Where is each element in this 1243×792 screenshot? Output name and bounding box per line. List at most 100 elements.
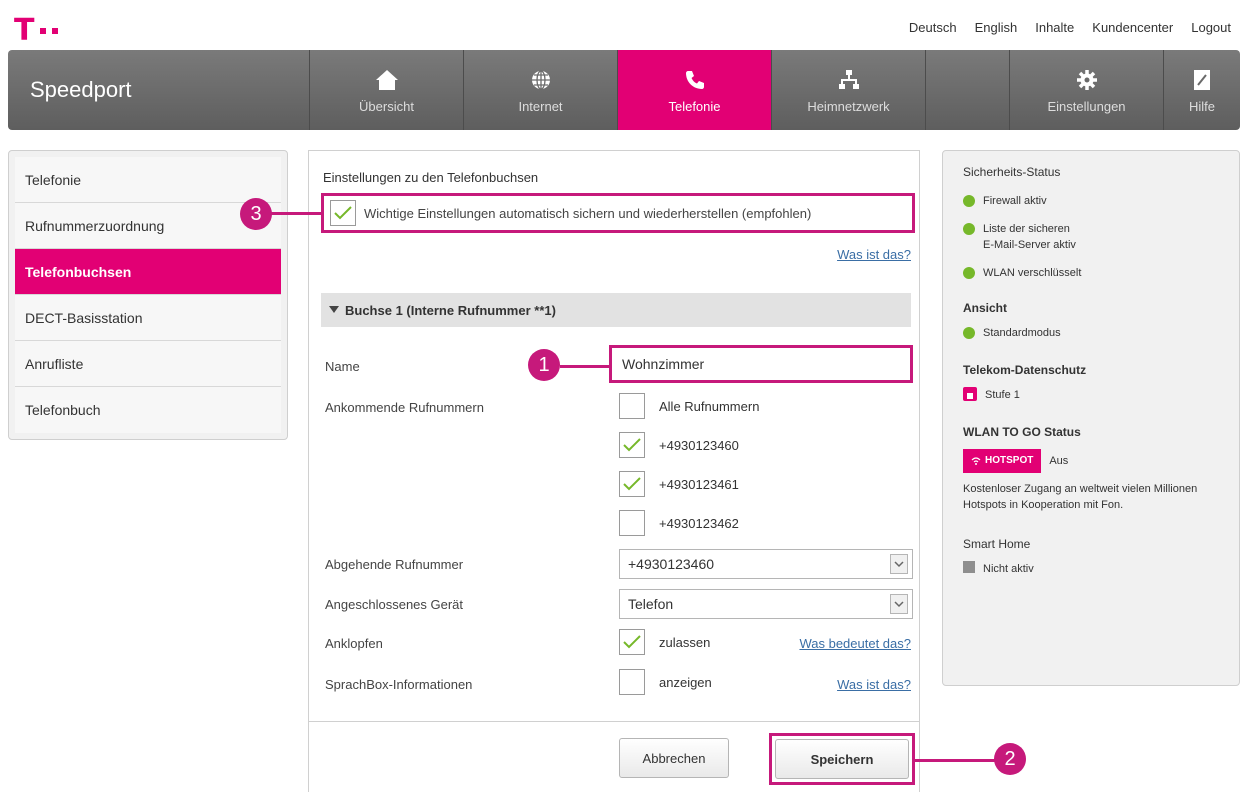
nav-einstellungen[interactable]: Einstellungen <box>1010 50 1164 130</box>
sidebar-item-anrufliste[interactable]: Anrufliste <box>15 341 281 387</box>
incoming-all-checkbox[interactable] <box>619 393 645 419</box>
nav-label: Einstellungen <box>1047 98 1126 114</box>
smarthome-status: Nicht aktiv <box>963 561 1219 577</box>
main-panel: Einstellungen zu den Telefonbuchsen Wich… <box>308 150 920 792</box>
status-text: WLAN verschlüsselt <box>983 267 1082 279</box>
lock-icon <box>963 387 977 401</box>
device-value: Telefon <box>628 596 674 612</box>
device-select[interactable]: Telefon <box>619 589 913 619</box>
gear-icon <box>1074 67 1100 93</box>
incoming-number-row[interactable]: +4930123461 <box>619 471 739 497</box>
check-icon <box>334 206 352 220</box>
privacy-title: Telekom-Datenschutz <box>963 363 1087 377</box>
view-mode-text[interactable]: Standardmodus <box>983 325 1061 341</box>
callout-badge: 3 <box>240 198 272 230</box>
name-label: Name <box>325 359 360 374</box>
status-ok-icon <box>963 267 975 279</box>
nav-label: Internet <box>518 98 563 114</box>
autosave-row[interactable]: Wichtige Einstellungen automatisch siche… <box>321 193 915 233</box>
status-ok-icon <box>963 195 975 207</box>
link-deutsch[interactable]: Deutsch <box>909 20 957 35</box>
sidebar-item-dect-basisstation[interactable]: DECT-Basisstation <box>15 295 281 341</box>
voicebox-row[interactable]: anzeigen <box>619 669 712 695</box>
link-kundencenter[interactable]: Kundencenter <box>1092 20 1173 35</box>
divider <box>309 721 919 722</box>
nav-heimnetzwerk[interactable]: Heimnetzwerk <box>772 50 926 130</box>
sidebar: Telefonie Rufnummerzuordnung Telefonbuch… <box>8 150 288 440</box>
chevron-down-icon[interactable] <box>890 594 908 614</box>
callwaiting-help-link[interactable]: Was bedeutet das? <box>799 636 911 651</box>
chevron-down-icon[interactable] <box>890 554 908 574</box>
incoming-number-row[interactable]: +4930123462 <box>619 510 739 536</box>
network-icon <box>836 67 862 93</box>
link-english[interactable]: English <box>975 20 1018 35</box>
incoming-all-label: Alle Rufnummern <box>659 398 760 414</box>
voicebox-checkbox[interactable] <box>619 669 645 695</box>
outgoing-select[interactable]: +4930123460 <box>619 549 913 579</box>
incoming-number-checkbox[interactable] <box>619 510 645 536</box>
brand-title[interactable]: Speedport <box>8 50 310 130</box>
cancel-button[interactable]: Abbrechen <box>619 738 729 778</box>
section-title: Buchse 1 (Interne Rufnummer **1) <box>345 302 556 318</box>
incoming-number-row[interactable]: +4930123460 <box>619 432 739 458</box>
callout-line <box>560 365 610 368</box>
incoming-number-checkbox[interactable] <box>619 432 645 458</box>
sidebar-item-telefonbuch[interactable]: Telefonbuch <box>15 387 281 433</box>
callwaiting-row[interactable]: zulassen <box>619 629 710 655</box>
voicebox-help-link[interactable]: Was ist das? <box>837 677 911 692</box>
smarthome-text: Nicht aktiv <box>983 563 1034 575</box>
status-text: Firewall aktiv <box>983 195 1047 207</box>
nav-label: Übersicht <box>359 98 414 114</box>
smarthome-title: Smart Home <box>963 537 1031 551</box>
voicebox-label: SprachBox-Informationen <box>325 677 473 692</box>
view-title: Ansicht <box>963 301 1008 315</box>
callwaiting-checkbox[interactable] <box>619 629 645 655</box>
incoming-number-checkbox[interactable] <box>619 471 645 497</box>
top-links: Deutsch English Inhalte Kundencenter Log… <box>909 20 1231 35</box>
autosave-label: Wichtige Einstellungen automatisch siche… <box>364 205 812 221</box>
status-wlan: WLAN verschlüsselt <box>963 265 1219 281</box>
section-header-buchse-1[interactable]: Buchse 1 (Interne Rufnummer **1) <box>321 293 911 327</box>
wlan-togo-title: WLAN TO GO Status <box>963 425 1081 439</box>
status-ok-icon <box>963 223 975 235</box>
security-title: Sicherheits-Status <box>963 165 1061 179</box>
incoming-number-label: +4930123460 <box>659 437 739 453</box>
check-icon <box>623 438 641 452</box>
callout-line <box>270 212 322 215</box>
nav-uebersicht[interactable]: Übersicht <box>310 50 464 130</box>
wifi-icon <box>971 457 981 465</box>
link-inhalte[interactable]: Inhalte <box>1035 20 1074 35</box>
check-icon <box>623 477 641 491</box>
nav-hilfe[interactable]: Hilfe <box>1164 50 1240 130</box>
nav-internet[interactable]: Internet <box>464 50 618 130</box>
outgoing-value: +4930123460 <box>628 556 715 572</box>
name-input[interactable]: Wohnzimmer <box>609 345 913 383</box>
wlan-togo-text: Kostenloser Zugang an weltweit vielen Mi… <box>963 483 1198 511</box>
globe-icon <box>528 67 554 93</box>
sidebar-item-telefonie[interactable]: Telefonie <box>15 157 281 203</box>
incoming-label: Ankommende Rufnummern <box>325 400 484 415</box>
incoming-all-row[interactable]: Alle Rufnummern <box>619 393 759 419</box>
nav-label: Hilfe <box>1188 98 1215 114</box>
link-logout[interactable]: Logout <box>1191 20 1231 35</box>
save-button[interactable]: Speichern <box>775 739 909 779</box>
status-firewall: Firewall aktiv <box>963 193 1219 209</box>
nav-telefonie[interactable]: Telefonie <box>618 50 772 130</box>
privacy-level-text[interactable]: Stufe 1 <box>985 387 1020 403</box>
home-icon <box>374 67 400 93</box>
autosave-checkbox[interactable] <box>330 200 356 226</box>
check-icon <box>623 635 641 649</box>
hotspot-state: Aus <box>1049 455 1069 467</box>
nav-label: Heimnetzwerk <box>807 98 890 114</box>
telekom-logo[interactable]: T <box>14 16 59 46</box>
sidebar-item-telefonbuchsen[interactable]: Telefonbuchsen <box>15 249 281 295</box>
hotspot-badge[interactable]: HOTSPOT <box>963 449 1042 473</box>
status-text-line: E-Mail-Server aktiv <box>983 239 1076 251</box>
voicebox-option: anzeigen <box>659 674 712 690</box>
logo-dot <box>52 28 59 34</box>
status-mailserver: Liste der sicheren E-Mail-Server aktiv <box>963 221 1219 253</box>
help-icon <box>1189 67 1215 93</box>
privacy-level: Stufe 1 <box>963 387 1219 403</box>
inactive-icon <box>963 561 975 573</box>
help-link[interactable]: Was ist das? <box>837 247 911 262</box>
